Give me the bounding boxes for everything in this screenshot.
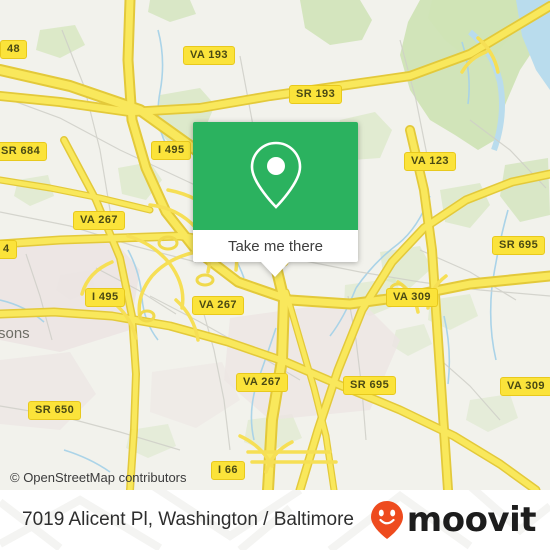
popup-pointer-tail bbox=[261, 262, 289, 277]
road-shield-va-309-mid[interactable]: VA 309 bbox=[386, 288, 438, 307]
road-shield-sr-193[interactable]: SR 193 bbox=[289, 85, 343, 104]
road-shield-sr-695-east[interactable]: SR 695 bbox=[492, 236, 546, 255]
location-popup-card[interactable]: Take me there bbox=[193, 122, 358, 277]
popup-action[interactable]: Take me there bbox=[193, 230, 358, 262]
road-shield-i-495-south[interactable]: I 495 bbox=[85, 288, 126, 307]
road-shield-va-267-mid[interactable]: VA 267 bbox=[192, 296, 244, 315]
road-shield-i-66[interactable]: I 66 bbox=[211, 461, 245, 480]
map-pin-icon bbox=[250, 141, 301, 209]
road-shield-va-123[interactable]: VA 123 bbox=[404, 152, 456, 171]
road-shield-va-267-north[interactable]: VA 267 bbox=[73, 211, 125, 230]
popup-header bbox=[193, 122, 358, 230]
road-shield-i-495-north[interactable]: I 495 bbox=[151, 141, 192, 160]
map-screenshot: 48 VA 193 SR 193 SR 684 I 495 VA 123 VA … bbox=[0, 0, 550, 550]
road-shield-4[interactable]: 4 bbox=[0, 240, 17, 259]
moovit-pin-smile-icon bbox=[370, 501, 403, 539]
road-shield-48[interactable]: 48 bbox=[0, 40, 28, 59]
moovit-logo[interactable]: moovit bbox=[370, 500, 537, 540]
map-canvas[interactable]: 48 VA 193 SR 193 SR 684 I 495 VA 123 VA … bbox=[0, 0, 550, 490]
place-label-tysons: sons bbox=[0, 325, 30, 342]
location-title: 7019 Alicent Pl, Washington / Baltimore bbox=[22, 509, 354, 530]
osm-attribution[interactable]: © OpenStreetMap contributors bbox=[10, 470, 187, 485]
road-shield-sr-684[interactable]: SR 684 bbox=[0, 142, 48, 161]
road-shield-va-193[interactable]: VA 193 bbox=[183, 46, 235, 65]
road-shield-va-309-east[interactable]: VA 309 bbox=[500, 377, 550, 396]
road-shield-va-267-south[interactable]: VA 267 bbox=[236, 373, 288, 392]
road-shield-sr-650[interactable]: SR 650 bbox=[28, 401, 82, 420]
moovit-wordmark: moovit bbox=[406, 500, 537, 540]
footer-bar: 7019 Alicent Pl, Washington / Baltimore … bbox=[0, 490, 550, 550]
road-shield-sr-695-south[interactable]: SR 695 bbox=[343, 376, 397, 395]
take-me-there-label: Take me there bbox=[227, 237, 324, 255]
